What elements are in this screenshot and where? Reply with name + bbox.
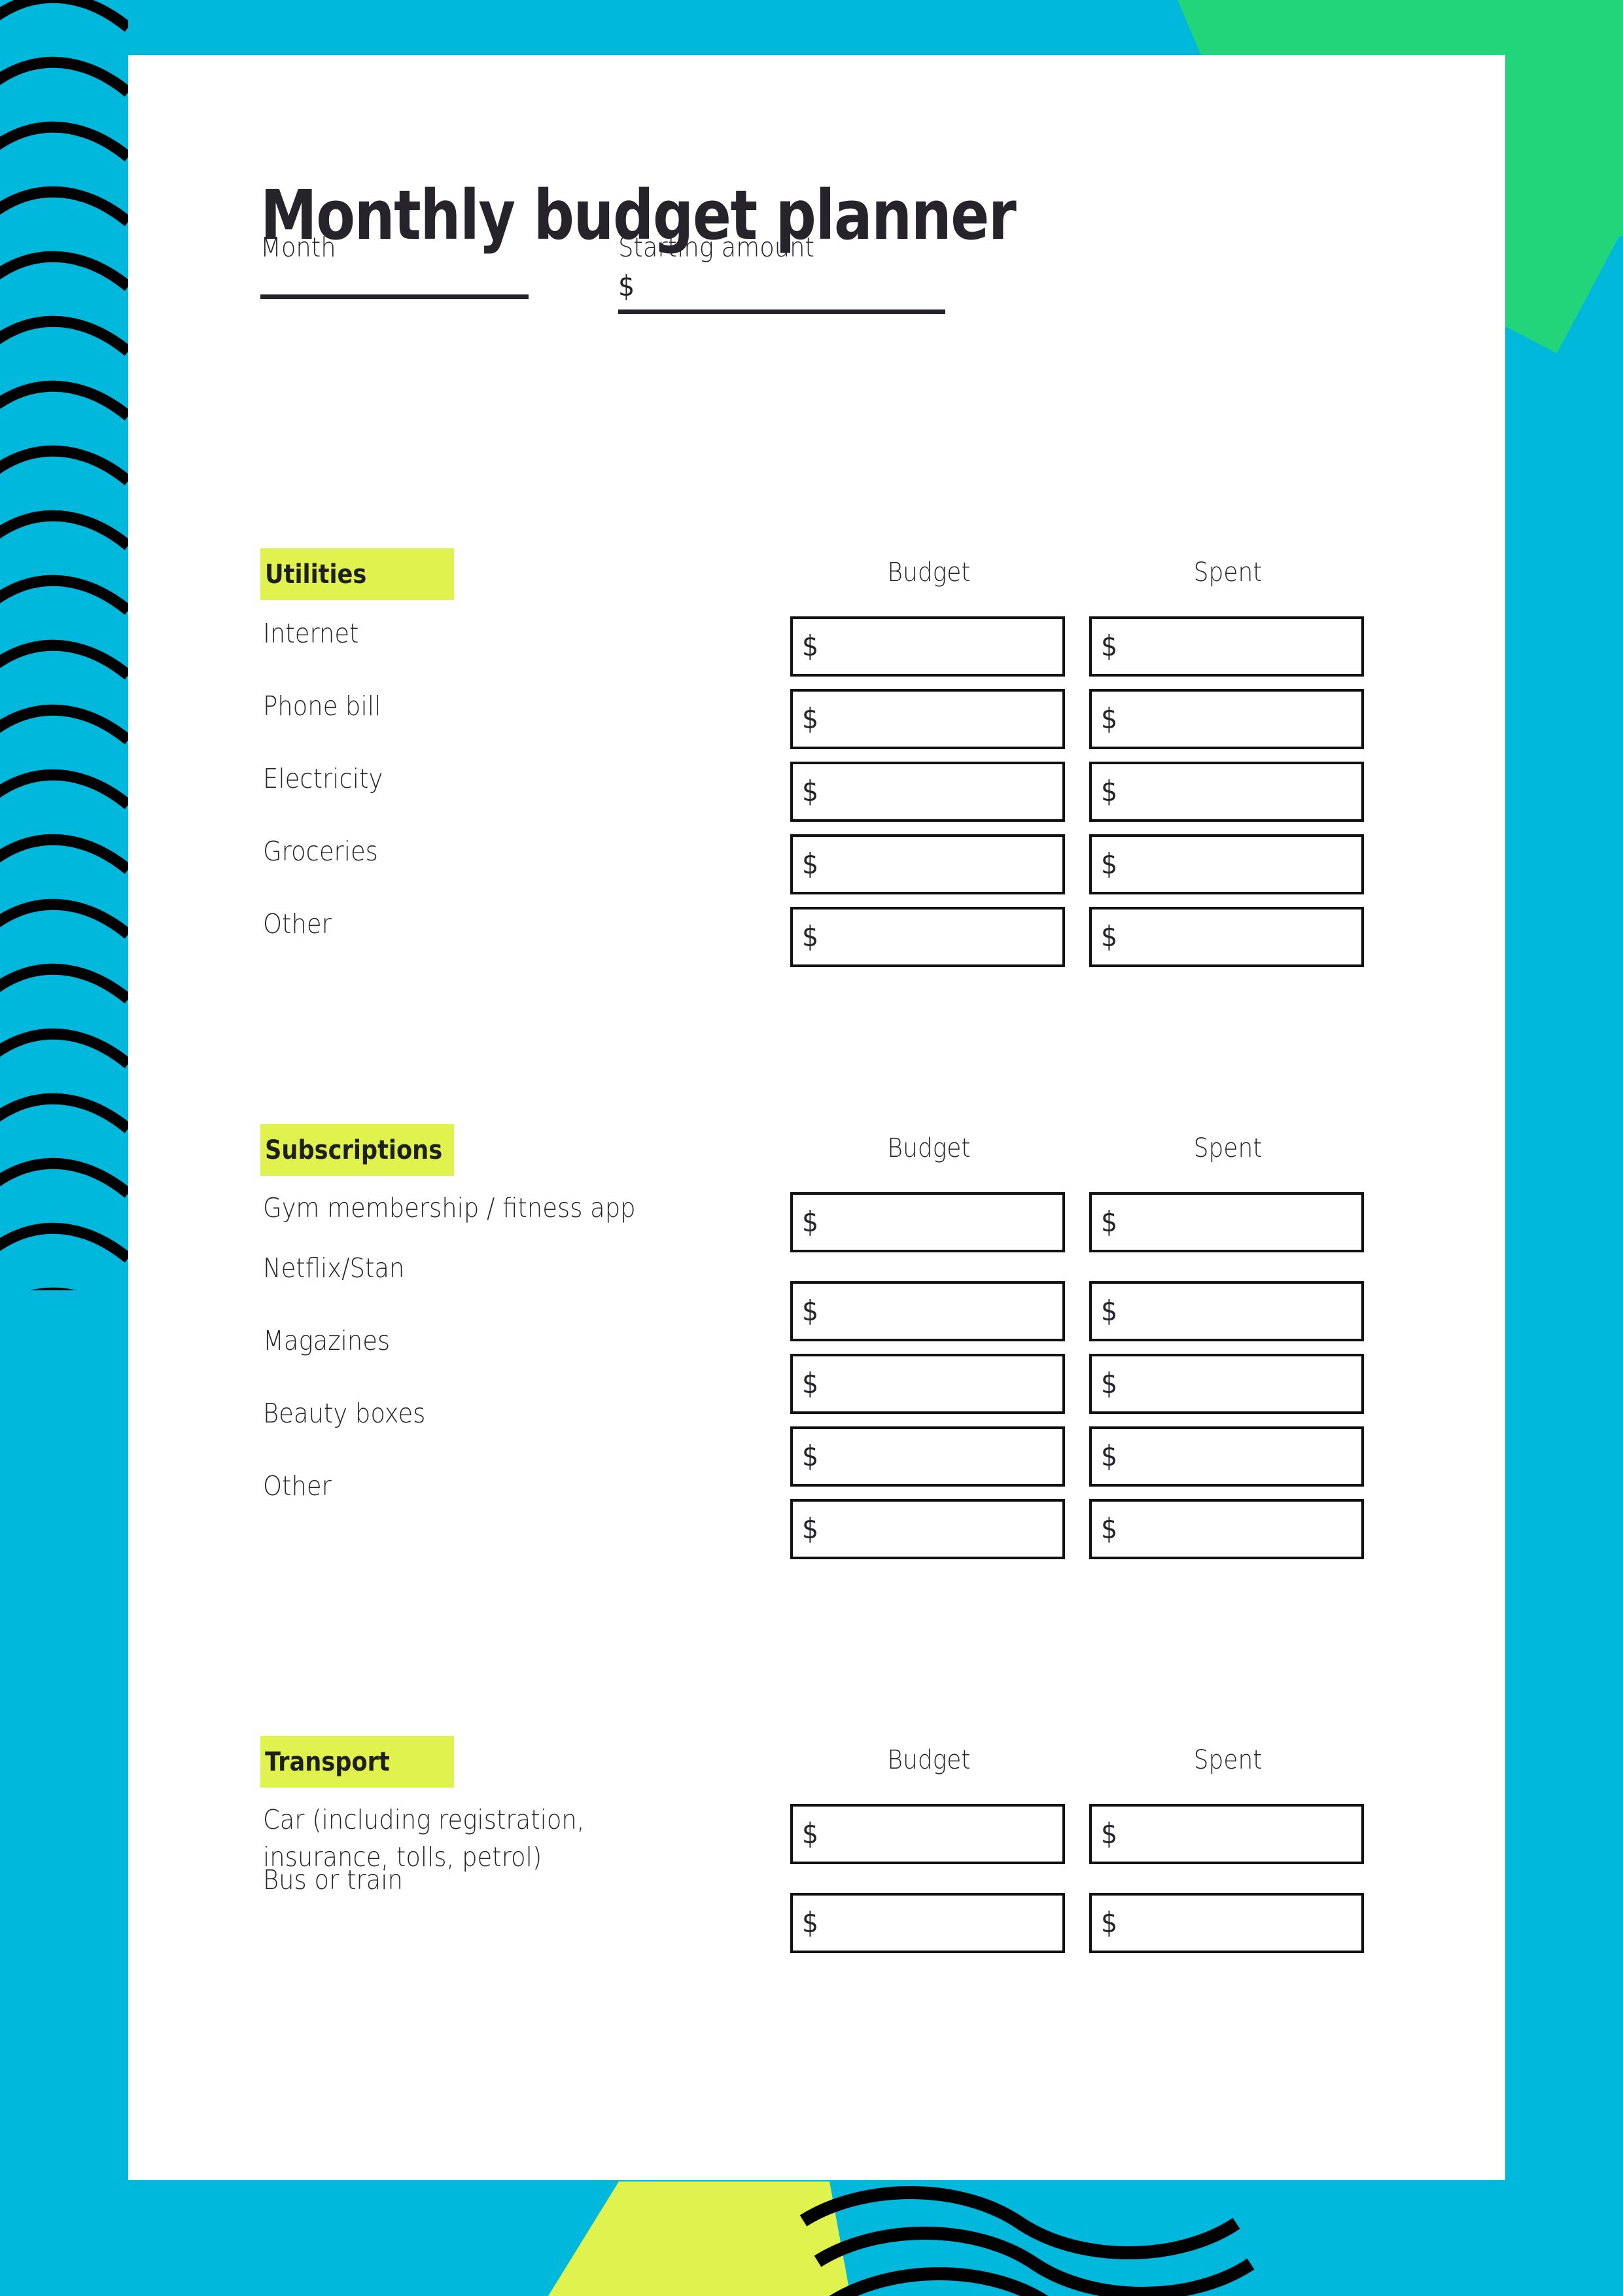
column-header-budget: Budget: [887, 1133, 971, 1163]
dollar-sign-icon: $: [802, 702, 819, 735]
dollar-sign-icon: $: [1101, 1439, 1118, 1473]
dollar-sign-icon: $: [1101, 1906, 1118, 1939]
row-label: Magazines: [263, 1325, 391, 1356]
dollar-sign-icon: $: [1101, 1512, 1118, 1545]
dollar-sign-icon: $: [802, 1439, 819, 1473]
dollar-sign-icon: $: [618, 270, 635, 303]
row-label: Internet: [263, 618, 359, 649]
row-label: Netflix/Stan: [263, 1252, 405, 1284]
amount-input-budget[interactable]: $: [790, 834, 1065, 894]
section-heading-label: Subscriptions: [265, 1135, 443, 1165]
row-label: Phone bill: [263, 690, 381, 722]
row-label: Beauty boxes: [263, 1398, 426, 1429]
starting-amount-field-label: Starting amount: [618, 232, 815, 263]
dollar-sign-icon: $: [1101, 1367, 1118, 1400]
amount-input-budget[interactable]: $: [790, 1893, 1065, 1953]
column-header-spent: Spent: [1193, 557, 1263, 588]
amount-input-budget[interactable]: $: [790, 762, 1065, 822]
dollar-sign-icon: $: [802, 847, 819, 881]
dollar-sign-icon: $: [802, 775, 819, 808]
starting-amount-field-rule: [618, 309, 945, 314]
row-label: Bus or train: [263, 1864, 403, 1896]
month-field-label: Month: [260, 232, 336, 263]
dollar-sign-icon: $: [1101, 629, 1118, 663]
dollar-sign-icon: $: [1101, 920, 1118, 953]
dollar-sign-icon: $: [1101, 847, 1118, 881]
column-header-spent: Spent: [1193, 1133, 1263, 1163]
dollar-sign-icon: $: [1101, 1817, 1118, 1850]
amount-input-spent[interactable]: $: [1089, 1426, 1364, 1487]
dollar-sign-icon: $: [802, 1367, 819, 1400]
dollar-sign-icon: $: [802, 1512, 819, 1545]
row-label: Groceries: [263, 836, 378, 867]
amount-input-spent[interactable]: $: [1089, 907, 1364, 967]
poster-page: Monthly budget planner Month Starting am…: [0, 0, 1623, 2296]
dollar-sign-icon: $: [802, 1817, 819, 1850]
dollar-sign-icon: $: [1101, 775, 1118, 808]
amount-input-budget[interactable]: $: [790, 907, 1065, 967]
amount-input-spent[interactable]: $: [1089, 1281, 1364, 1341]
amount-input-budget[interactable]: $: [790, 1499, 1065, 1559]
section-heading: Utilities: [260, 548, 454, 600]
month-field-rule: [260, 294, 529, 299]
section-heading: Subscriptions: [260, 1124, 454, 1176]
month-field[interactable]: Month: [260, 232, 529, 299]
column-header-budget: Budget: [887, 557, 971, 588]
amount-input-spent[interactable]: $: [1089, 834, 1364, 894]
amount-input-budget[interactable]: $: [790, 689, 1065, 749]
dollar-sign-icon: $: [802, 920, 819, 953]
row-label: Electricity: [263, 763, 383, 794]
section-heading: Transport: [260, 1736, 454, 1788]
amount-input-budget[interactable]: $: [790, 1804, 1065, 1864]
row-label: Other: [263, 1470, 332, 1502]
dollar-sign-icon: $: [802, 1906, 819, 1939]
dollar-sign-icon: $: [1101, 702, 1118, 735]
dollar-sign-icon: $: [1101, 1205, 1118, 1239]
amount-input-budget[interactable]: $: [790, 1192, 1065, 1252]
planner-card: Monthly budget planner Month Starting am…: [128, 55, 1505, 2180]
dollar-sign-icon: $: [802, 1205, 819, 1239]
starting-amount-field[interactable]: Starting amount $: [618, 232, 945, 314]
amount-input-spent[interactable]: $: [1089, 762, 1364, 822]
column-header-spent: Spent: [1193, 1745, 1263, 1775]
section-heading-label: Transport: [265, 1746, 390, 1777]
amount-input-budget[interactable]: $: [790, 1354, 1065, 1414]
amount-input-budget[interactable]: $: [790, 1281, 1065, 1341]
section-heading-label: Utilities: [265, 559, 367, 590]
amount-input-budget[interactable]: $: [790, 1426, 1065, 1487]
column-header-budget: Budget: [887, 1745, 971, 1775]
dollar-sign-icon: $: [1101, 1294, 1118, 1328]
amount-input-spent[interactable]: $: [1089, 1804, 1364, 1864]
amount-input-spent[interactable]: $: [1089, 1499, 1364, 1559]
dollar-sign-icon: $: [802, 629, 819, 663]
amount-input-spent[interactable]: $: [1089, 1192, 1364, 1252]
amount-input-budget[interactable]: $: [790, 616, 1065, 677]
dollar-sign-icon: $: [802, 1294, 819, 1328]
amount-input-spent[interactable]: $: [1089, 1354, 1364, 1414]
row-label: Other: [263, 908, 332, 940]
amount-input-spent[interactable]: $: [1089, 1893, 1364, 1953]
row-label: Gym membership / fitness app: [263, 1192, 636, 1224]
amount-input-spent[interactable]: $: [1089, 616, 1364, 677]
amount-input-spent[interactable]: $: [1089, 689, 1364, 749]
